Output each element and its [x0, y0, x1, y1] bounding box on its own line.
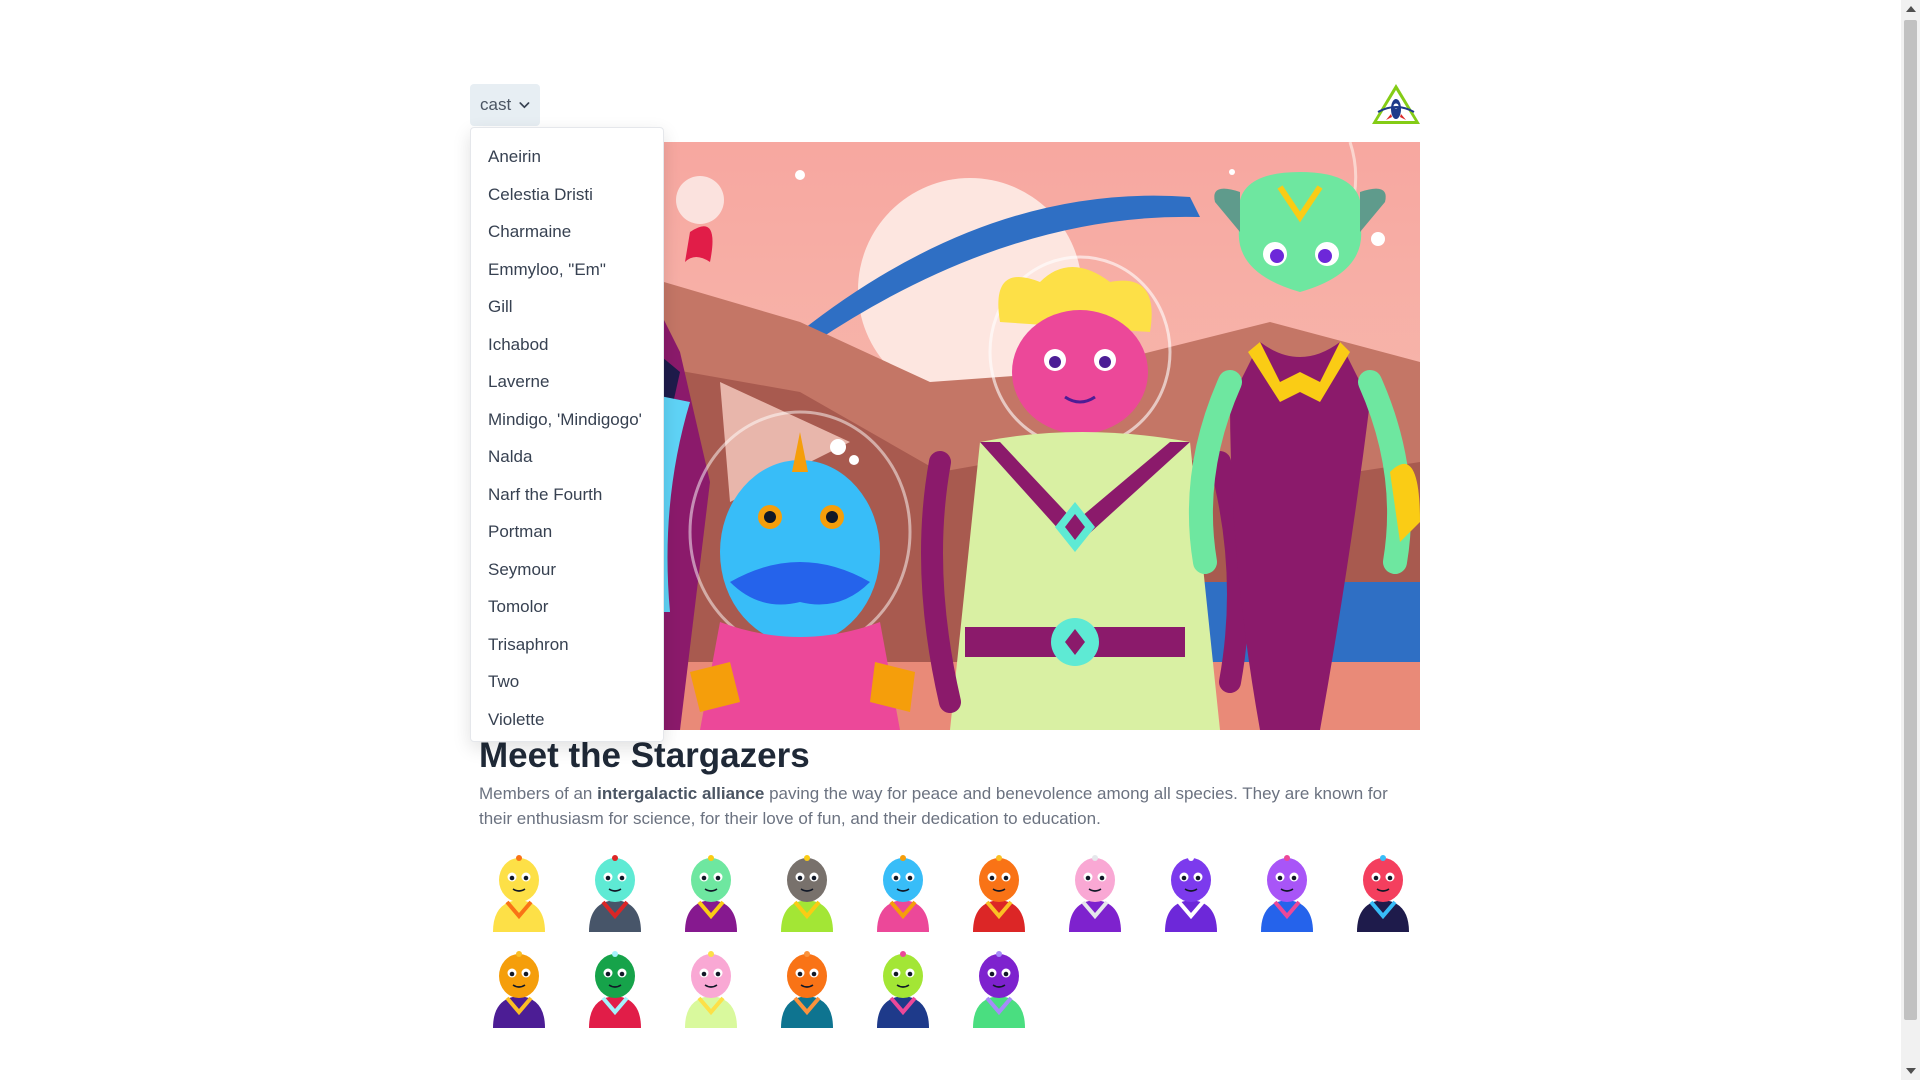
avatar-red-cyclops[interactable]	[1343, 852, 1423, 932]
scroll-up-arrow-icon[interactable]	[1906, 6, 1916, 12]
avatar-orange-big-ears[interactable]	[479, 948, 559, 1028]
cast-menu-item[interactable]: Celestia Dristi	[471, 176, 663, 214]
avatar-green-helmet[interactable]	[575, 948, 655, 1028]
avatar-cyan-cyclops[interactable]	[575, 852, 655, 932]
cast-menu-item[interactable]: Mindigo, 'Mindigogo'	[471, 401, 663, 439]
avatar-yellow-bubble[interactable]	[479, 852, 559, 932]
cast-dropdown-label: cast	[480, 95, 512, 114]
cast-menu-item[interactable]: Aneirin	[471, 138, 663, 176]
page-description: Members of an intergalactic alliance pav…	[479, 781, 1419, 831]
avatar-purple-monster[interactable]	[1151, 852, 1231, 932]
cast-dropdown-button[interactable]: cast	[470, 84, 540, 126]
cast-menu-item[interactable]: Portman	[471, 513, 663, 551]
avatar-orange-robot[interactable]	[959, 852, 1039, 932]
cast-menu-item[interactable]: Narf the Fourth	[471, 476, 663, 514]
avatar-pink-blonde[interactable]	[671, 948, 751, 1028]
cast-menu-item[interactable]: Nalda	[471, 438, 663, 476]
description-bold-text: intergalactic alliance	[597, 784, 765, 803]
description-text-start: Members of an	[479, 784, 598, 803]
cast-menu-item[interactable]: Seymour	[471, 551, 663, 589]
cast-dropdown-menu: Aneirin Celestia Dristi Charmaine Emmyloo, …	[470, 127, 664, 742]
page-container: cast Aneirin Celestia Dristi Charmaine E…	[470, 0, 1420, 1080]
avatar-lime-frills[interactable]	[863, 948, 943, 1028]
avatar-violet-antenna[interactable]	[1247, 852, 1327, 932]
avatar-green-alien[interactable]	[671, 852, 751, 932]
avatar-purple-tall[interactable]	[959, 948, 1039, 1028]
rocket-triangle-logo-icon[interactable]	[1370, 82, 1422, 126]
cast-menu-item[interactable]: Charmaine	[471, 213, 663, 251]
cast-menu-item[interactable]: Ichabod	[471, 326, 663, 364]
avatar-orange-stalks[interactable]	[767, 948, 847, 1028]
avatar-pink-dome[interactable]	[1055, 852, 1135, 932]
chevron-down-icon	[519, 101, 530, 108]
cast-menu-item[interactable]: Tomolor	[471, 588, 663, 626]
scrollbar-thumb[interactable]	[1904, 20, 1917, 1020]
cast-menu-item[interactable]: Laverne	[471, 363, 663, 401]
avatar-brown-hat[interactable]	[767, 852, 847, 932]
cast-menu-item[interactable]: Violette	[471, 701, 663, 739]
cast-menu-item[interactable]: Trisaphron	[471, 626, 663, 664]
scroll-down-arrow-icon[interactable]	[1906, 1068, 1916, 1074]
avatar-blue-fish[interactable]	[863, 852, 943, 932]
cast-menu-item[interactable]: Emmyloo, "Em"	[471, 251, 663, 289]
cast-menu-item[interactable]: Two	[471, 663, 663, 701]
vertical-scrollbar[interactable]	[1901, 0, 1920, 1080]
cast-menu-item[interactable]: Gill	[471, 288, 663, 326]
